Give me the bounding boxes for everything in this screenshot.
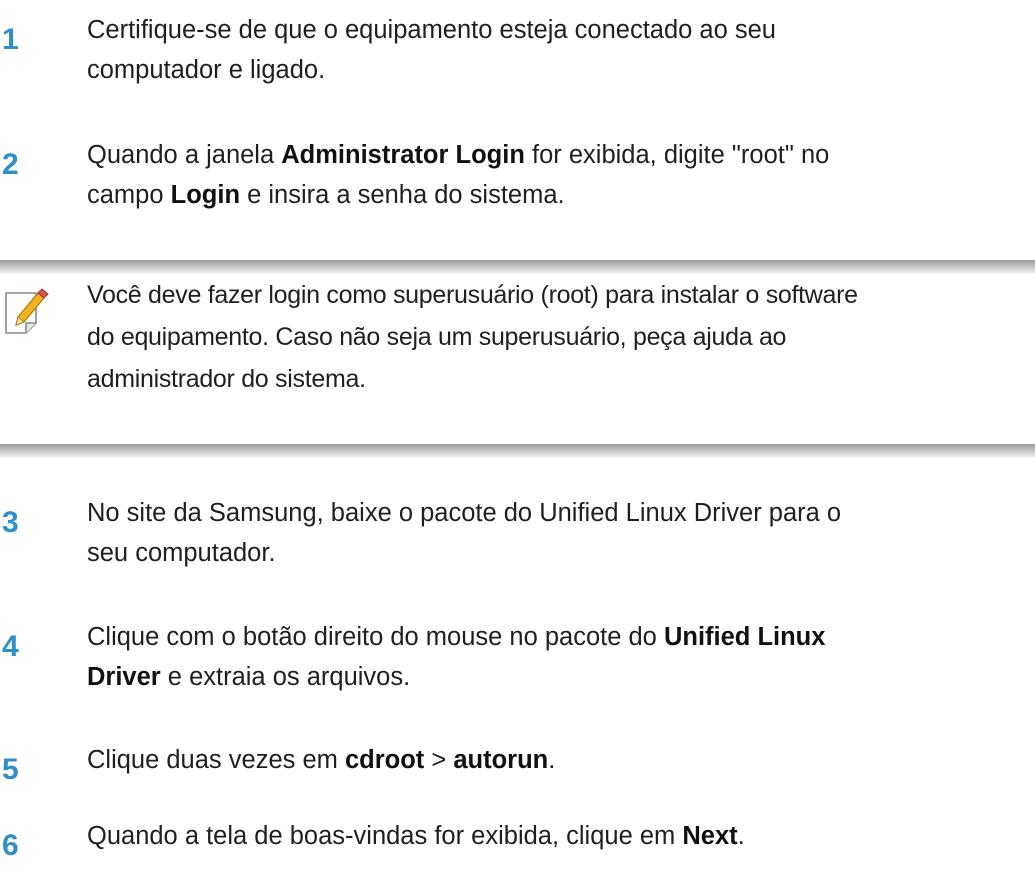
step-text-segment: Clique com o botão direito do mouse no p… (87, 623, 664, 651)
step-text-segment: e extraia os arquivos. (160, 663, 411, 691)
step-text-segment: for exibida, digite "root" no (524, 141, 830, 169)
step-number: 6 (2, 829, 19, 862)
step-text-segment: Clique duas vezes em (87, 746, 345, 774)
step-text-segment: Quando a tela de boas-vindas for exibida… (87, 822, 683, 850)
ui-term-next: Next (682, 822, 738, 850)
note-line: do equipamento. Caso não seja um superus… (87, 323, 787, 351)
step-number: 5 (2, 753, 19, 786)
step-text-segment: computador e ligado. (87, 56, 326, 84)
note-divider-top (0, 260, 1035, 273)
note-box: Você deve fazer login como superusuário … (0, 247, 1035, 457)
step-line: Driver e extraia os arquivos. (87, 657, 1033, 697)
step-line: No site da Samsung, baixe o pacote do Un… (87, 493, 1033, 533)
step-line: seu computador. (87, 533, 1033, 573)
step-text-segment: > (424, 746, 454, 774)
note-divider-bottom (0, 444, 1035, 457)
step-number: 1 (2, 23, 19, 56)
ui-term-unified-linux: Unified Linux (663, 623, 826, 651)
ui-term-administrator-login: Administrator Login (281, 141, 525, 169)
ui-term-login: Login (170, 181, 241, 209)
step-line: campo Login e insira a senha do sistema. (87, 175, 1033, 215)
step-text: Clique com o botão direito do mouse no p… (87, 617, 1033, 697)
step-text-segment: e insira a senha do sistema. (240, 181, 565, 209)
step-text-segment: . (737, 822, 745, 850)
step-line: Certifique-se de que o equipamento estej… (87, 10, 1033, 50)
note-text: Você deve fazer login como superusuário … (87, 274, 1035, 400)
step-number: 2 (2, 148, 19, 181)
step-number: 3 (2, 506, 19, 539)
step-number: 4 (2, 630, 19, 663)
step-text: Quando a tela de boas-vindas for exibida… (87, 816, 1033, 856)
step-line: Clique com o botão direito do mouse no p… (87, 617, 1033, 657)
step-text-segment: Certifique-se de que o equipamento estej… (87, 16, 776, 44)
note-line: Você deve fazer login como superusuário … (87, 281, 858, 309)
step-text-segment: seu computador. (87, 539, 276, 567)
step-text-segment: No site da Samsung, baixe o pacote do Un… (87, 499, 842, 527)
ui-term-autorun: autorun (453, 746, 549, 774)
ui-term-driver: Driver (87, 663, 161, 691)
step-text: Certifique-se de que o equipamento estej… (87, 10, 1033, 90)
step-text: No site da Samsung, baixe o pacote do Un… (87, 493, 1033, 573)
step-line: computador e ligado. (87, 50, 1033, 90)
step-text: Quando a janela Administrator Login for … (87, 135, 1033, 215)
step-line: Quando a janela Administrator Login for … (87, 135, 1033, 175)
note-pencil-icon (2, 287, 50, 337)
step-text: Clique duas vezes em cdroot > autorun. (87, 740, 1033, 780)
step-text-segment: . (548, 746, 556, 774)
step-line: Clique duas vezes em cdroot > autorun. (87, 740, 1033, 780)
step-line: Quando a tela de boas-vindas for exibida… (87, 816, 1033, 856)
ui-term-cdroot: cdroot (344, 746, 425, 774)
step-text-segment: campo (87, 181, 171, 209)
note-line: administrador do sistema. (87, 365, 366, 393)
step-text-segment: Quando a janela (87, 141, 282, 169)
